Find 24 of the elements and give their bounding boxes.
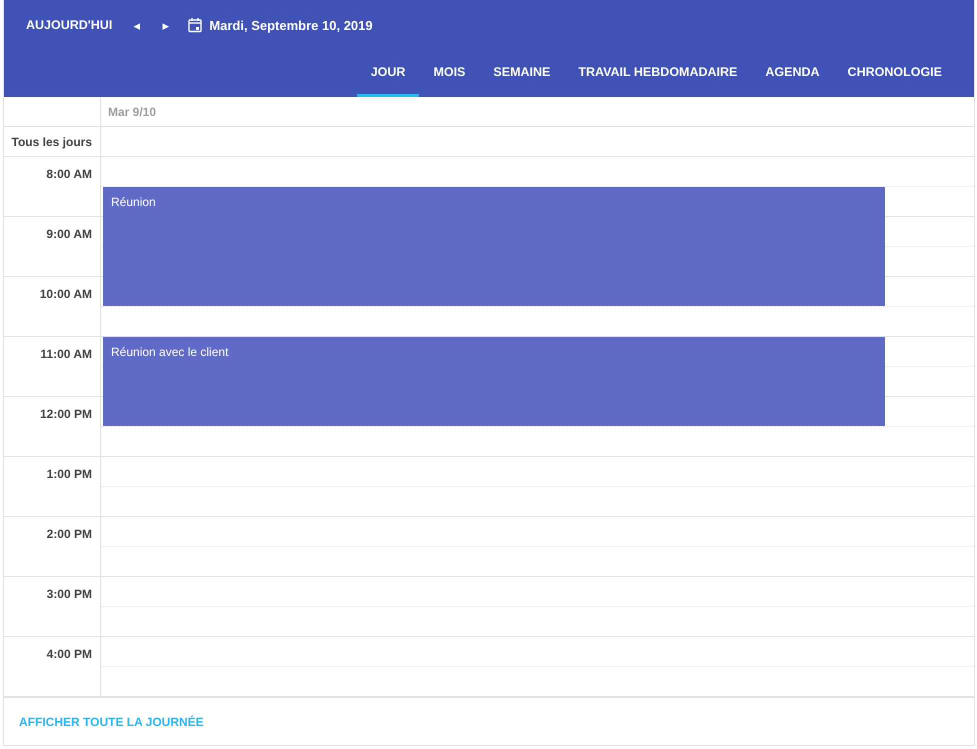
event-block[interactable]: Réunion avec le client bbox=[103, 337, 885, 426]
time-label: 1:00 PM bbox=[46, 467, 92, 481]
day-header: Mar 9/10 bbox=[108, 104, 156, 118]
view-tab[interactable]: TRAVAIL HEBDOMADAIRE bbox=[564, 50, 752, 97]
time-label: 11:00 AM bbox=[40, 347, 92, 361]
previous-button[interactable]: ◂ bbox=[123, 12, 150, 38]
view-tab[interactable]: AGENDA bbox=[751, 50, 834, 97]
view-tab[interactable]: CHRONOLOGIE bbox=[834, 50, 956, 97]
time-label: 10:00 AM bbox=[40, 287, 92, 301]
time-label: 9:00 AM bbox=[46, 227, 92, 241]
time-label: 12:00 PM bbox=[40, 407, 92, 421]
view-tab[interactable]: MOIS bbox=[419, 50, 480, 97]
next-button[interactable]: ▸ bbox=[152, 12, 180, 38]
view-tab[interactable]: JOUR bbox=[356, 50, 420, 97]
event-block[interactable]: Réunion bbox=[103, 187, 885, 306]
all-day-label: Tous les jours bbox=[12, 134, 92, 148]
view-tab[interactable]: SEMAINE bbox=[479, 50, 564, 97]
time-label: 2:00 PM bbox=[46, 527, 92, 541]
date-picker-button[interactable]: Mardi, Septembre 10, 2019 bbox=[187, 17, 373, 33]
calendar-icon bbox=[187, 17, 204, 33]
time-label: 4:00 PM bbox=[46, 647, 92, 661]
time-label: 8:00 AM bbox=[46, 167, 92, 181]
time-label: 3:00 PM bbox=[46, 587, 92, 601]
today-button[interactable]: AUJOURD'HUI bbox=[17, 10, 122, 40]
